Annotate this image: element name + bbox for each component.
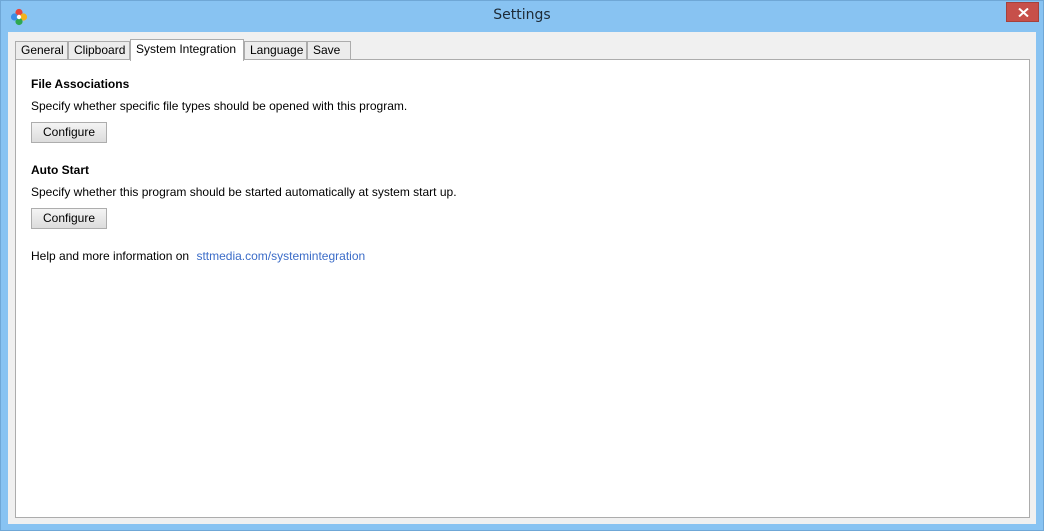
- tab-system-integration[interactable]: System Integration: [130, 39, 244, 61]
- window-title: Settings: [493, 7, 551, 23]
- file-associations-heading: File Associations: [31, 77, 130, 91]
- auto-start-description: Specify whether this program should be s…: [31, 185, 457, 199]
- auto-start-heading: Auto Start: [31, 163, 89, 177]
- close-icon: [1018, 8, 1029, 17]
- help-text: Help and more information on: [31, 249, 190, 263]
- help-link[interactable]: sttmedia.com/systemintegration: [196, 249, 365, 263]
- client-area: General Clipboard System Integration Lan…: [8, 32, 1036, 524]
- file-associations-configure-button[interactable]: Configure: [31, 122, 107, 143]
- title-bar[interactable]: Settings: [1, 1, 1043, 32]
- tab-save[interactable]: Save: [307, 41, 351, 60]
- close-button[interactable]: [1006, 2, 1039, 22]
- auto-start-configure-button[interactable]: Configure: [31, 208, 107, 229]
- system-integration-page: File Associations Specify whether specif…: [15, 59, 1030, 518]
- file-associations-description: Specify whether specific file types shou…: [31, 99, 408, 113]
- help-line: Help and more information on sttmedia.co…: [31, 249, 365, 263]
- tab-general[interactable]: General: [15, 41, 68, 60]
- settings-window: Settings General Clipboard System Integr…: [0, 0, 1044, 531]
- tab-clipboard[interactable]: Clipboard: [68, 41, 130, 60]
- tab-language[interactable]: Language: [244, 41, 307, 60]
